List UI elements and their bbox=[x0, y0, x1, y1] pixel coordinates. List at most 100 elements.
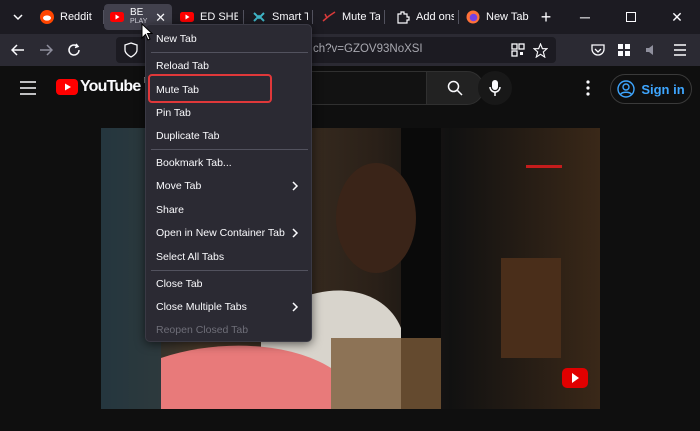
menu-separator bbox=[151, 149, 308, 150]
tab-label: ED SHEE bbox=[200, 11, 238, 23]
voice-search-button[interactable] bbox=[478, 71, 512, 105]
qr-code-button[interactable] bbox=[506, 38, 530, 62]
tab-divider bbox=[384, 10, 385, 24]
youtube-icon bbox=[180, 10, 194, 24]
youtube-watermark-icon[interactable] bbox=[562, 368, 588, 393]
extensions-button[interactable] bbox=[612, 38, 636, 62]
menu-item-label: Close Tab bbox=[156, 278, 203, 290]
chevron-right-icon bbox=[292, 228, 299, 238]
smart-icon bbox=[252, 10, 266, 24]
tab-label: Reddit bbox=[60, 11, 92, 23]
menu-item-pin-tab[interactable]: Pin Tab bbox=[146, 102, 313, 124]
extensions-grid-icon bbox=[618, 44, 630, 56]
reddit-icon bbox=[40, 10, 54, 24]
mouse-cursor-icon bbox=[141, 23, 153, 41]
back-button[interactable] bbox=[6, 38, 30, 62]
tab-label: Add ons bbox=[416, 11, 454, 23]
settings-more-button[interactable] bbox=[576, 76, 600, 100]
menu-separator bbox=[151, 270, 308, 271]
new-tab-button[interactable]: + bbox=[534, 5, 558, 29]
youtube-header: YouTube NG Sign in bbox=[0, 66, 700, 110]
sign-in-button[interactable]: Sign in bbox=[610, 74, 692, 104]
youtube-search-button[interactable] bbox=[426, 71, 484, 105]
tab-divider bbox=[243, 10, 244, 24]
back-arrow-icon bbox=[11, 44, 24, 56]
menu-item-label: Pin Tab bbox=[156, 107, 191, 119]
youtube-icon bbox=[110, 10, 124, 24]
maximize-icon bbox=[626, 12, 636, 22]
search-icon bbox=[447, 80, 463, 96]
menu-item-label: Share bbox=[156, 204, 185, 216]
menu-item-label: Bookmark Tab... bbox=[156, 157, 232, 169]
chevron-right-icon bbox=[292, 302, 299, 312]
pocket-button[interactable] bbox=[586, 38, 610, 62]
channel-watermark-logo bbox=[526, 140, 562, 168]
plus-icon: + bbox=[540, 6, 552, 27]
mute-extension-button[interactable] bbox=[640, 38, 664, 62]
close-icon: ✕ bbox=[671, 8, 683, 25]
menu-item-label: Move Tab bbox=[156, 180, 202, 192]
hamburger-icon bbox=[20, 81, 36, 95]
menu-item-new-tab[interactable]: New Tab bbox=[146, 28, 313, 50]
app-menu-button[interactable] bbox=[668, 38, 692, 62]
reload-icon bbox=[68, 43, 80, 56]
list-all-tabs-button[interactable] bbox=[6, 5, 30, 29]
youtube-play-logo-icon bbox=[56, 79, 78, 95]
tab-strip: Reddit BE PLAY ✕ ED SHEE Smart Ta Mute T… bbox=[0, 0, 700, 34]
menu-item-close-tab[interactable]: Close Tab bbox=[146, 273, 313, 295]
menu-item-label: Reopen Closed Tab bbox=[156, 324, 249, 336]
more-vertical-icon bbox=[586, 80, 590, 96]
tab-mute[interactable]: Mute Ta bbox=[318, 4, 380, 30]
youtube-search-input[interactable] bbox=[296, 71, 426, 105]
tab-label: New Tab bbox=[486, 11, 529, 23]
menu-item-reopen-closed-tab: Reopen Closed Tab bbox=[146, 319, 313, 341]
microphone-icon bbox=[489, 80, 501, 96]
chevron-right-icon bbox=[292, 181, 299, 191]
tab-add-ons[interactable]: Add ons bbox=[392, 4, 454, 30]
menu-item-bookmark-tab[interactable]: Bookmark Tab... bbox=[146, 152, 313, 174]
minimize-icon: ─ bbox=[580, 9, 590, 25]
tab-label: BE bbox=[130, 7, 144, 18]
navigation-toolbar: ch?v=GZOV93NoXSI bbox=[0, 34, 700, 66]
menu-item-duplicate-tab[interactable]: Duplicate Tab bbox=[146, 125, 313, 147]
tab-reddit[interactable]: Reddit bbox=[36, 4, 102, 30]
puzzle-icon bbox=[396, 10, 410, 24]
youtube-logo-text: YouTube bbox=[80, 78, 141, 95]
mute-bird-icon bbox=[322, 10, 336, 24]
menu-item-close-multiple-tabs[interactable]: Close Multiple Tabs bbox=[146, 296, 313, 318]
tab-label: Mute Ta bbox=[342, 11, 380, 23]
tab-context-menu: New Tab Reload Tab Mute Tab Pin Tab Dupl… bbox=[145, 24, 312, 342]
menu-item-open-in-container[interactable]: Open in New Container Tab bbox=[146, 222, 313, 244]
bookmark-star-button[interactable] bbox=[528, 38, 552, 62]
menu-item-share[interactable]: Share bbox=[146, 199, 313, 221]
firefox-icon bbox=[466, 10, 480, 24]
menu-item-move-tab[interactable]: Move Tab bbox=[146, 175, 313, 197]
menu-item-label: Duplicate Tab bbox=[156, 130, 220, 142]
qr-code-icon bbox=[511, 43, 525, 57]
menu-item-label: Close Multiple Tabs bbox=[156, 301, 247, 313]
menu-item-select-all-tabs[interactable]: Select All Tabs bbox=[146, 246, 313, 268]
reload-button[interactable] bbox=[62, 38, 86, 62]
tab-new-tab[interactable]: New Tab bbox=[462, 4, 530, 30]
minimize-button[interactable]: ─ bbox=[562, 0, 608, 34]
sign-in-label: Sign in bbox=[641, 81, 685, 97]
close-window-button[interactable]: ✕ bbox=[654, 0, 700, 34]
account-circle-icon bbox=[617, 80, 636, 98]
hamburger-icon bbox=[674, 44, 686, 56]
url-text[interactable]: ch?v=GZOV93NoXSI bbox=[313, 43, 423, 55]
menu-item-label: New Tab bbox=[156, 33, 197, 45]
youtube-menu-button[interactable] bbox=[16, 76, 40, 100]
forward-button[interactable] bbox=[34, 38, 58, 62]
menu-item-label: Select All Tabs bbox=[156, 251, 225, 263]
youtube-logo[interactable]: YouTube NG bbox=[56, 76, 155, 96]
menu-item-label: Open in New Container Tab bbox=[156, 227, 285, 239]
tab-divider bbox=[458, 10, 459, 24]
pocket-icon bbox=[591, 44, 605, 56]
forward-arrow-icon bbox=[40, 44, 53, 56]
menu-item-label: Reload Tab bbox=[156, 60, 209, 72]
chevron-down-icon bbox=[13, 14, 23, 21]
tab-divider bbox=[312, 10, 313, 24]
star-icon bbox=[532, 42, 548, 58]
shield-icon[interactable] bbox=[124, 42, 138, 63]
maximize-button[interactable] bbox=[608, 0, 654, 34]
